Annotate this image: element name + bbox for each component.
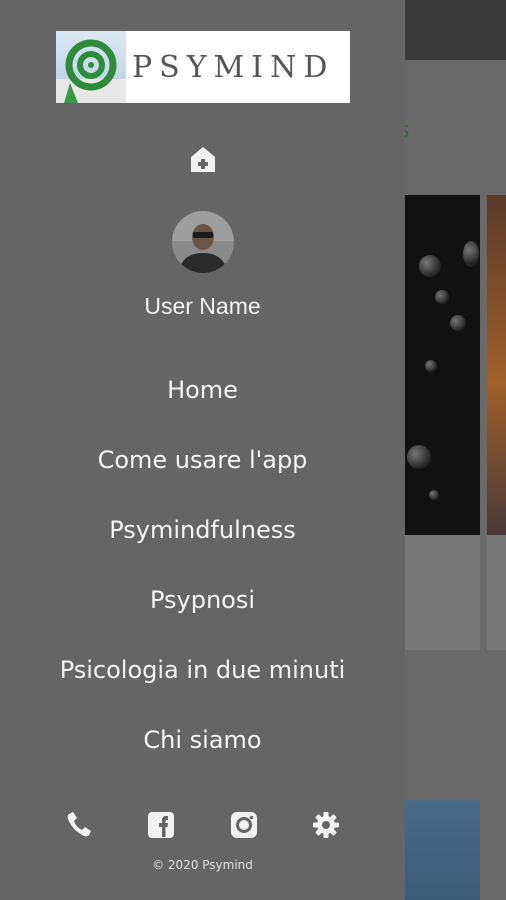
menu-item-psicologia-due-minuti[interactable]: Psicologia in due minuti bbox=[0, 635, 405, 705]
background-card-bubbles bbox=[405, 195, 480, 535]
menu-item-chi-siamo[interactable]: Chi siamo bbox=[0, 705, 405, 775]
menu-item-psypnosi[interactable]: Psypnosi bbox=[0, 565, 405, 635]
menu-item-home[interactable]: Home bbox=[0, 355, 405, 425]
background-card-image bbox=[405, 800, 480, 900]
instagram-icon[interactable] bbox=[227, 808, 261, 842]
user-avatar[interactable] bbox=[172, 211, 234, 273]
user-name: User Name bbox=[144, 293, 261, 319]
background-card-footer bbox=[487, 535, 506, 650]
home-plus-icon[interactable] bbox=[190, 145, 216, 173]
facebook-icon[interactable] bbox=[144, 808, 178, 842]
gear-icon[interactable] bbox=[309, 808, 343, 842]
main-menu: Home Come usare l'app Psymindfulness Psy… bbox=[0, 355, 405, 775]
navigation-drawer: PSYMIND User Name Home Come usare l'app … bbox=[0, 0, 405, 900]
background-card-footer bbox=[405, 535, 480, 650]
menu-item-come-usare-app[interactable]: Come usare l'app bbox=[0, 425, 405, 495]
footer-actions bbox=[0, 808, 405, 842]
phone-icon[interactable] bbox=[62, 808, 96, 842]
logo-spiral-icon bbox=[56, 31, 126, 103]
background-card-sunset bbox=[487, 195, 506, 535]
menu-item-psymindfulness[interactable]: Psymindfulness bbox=[0, 495, 405, 565]
copyright-text: © 2020 Psymind bbox=[152, 858, 253, 872]
logo-wordmark: PSYMIND bbox=[132, 49, 335, 85]
psymind-logo[interactable]: PSYMIND bbox=[56, 31, 350, 103]
